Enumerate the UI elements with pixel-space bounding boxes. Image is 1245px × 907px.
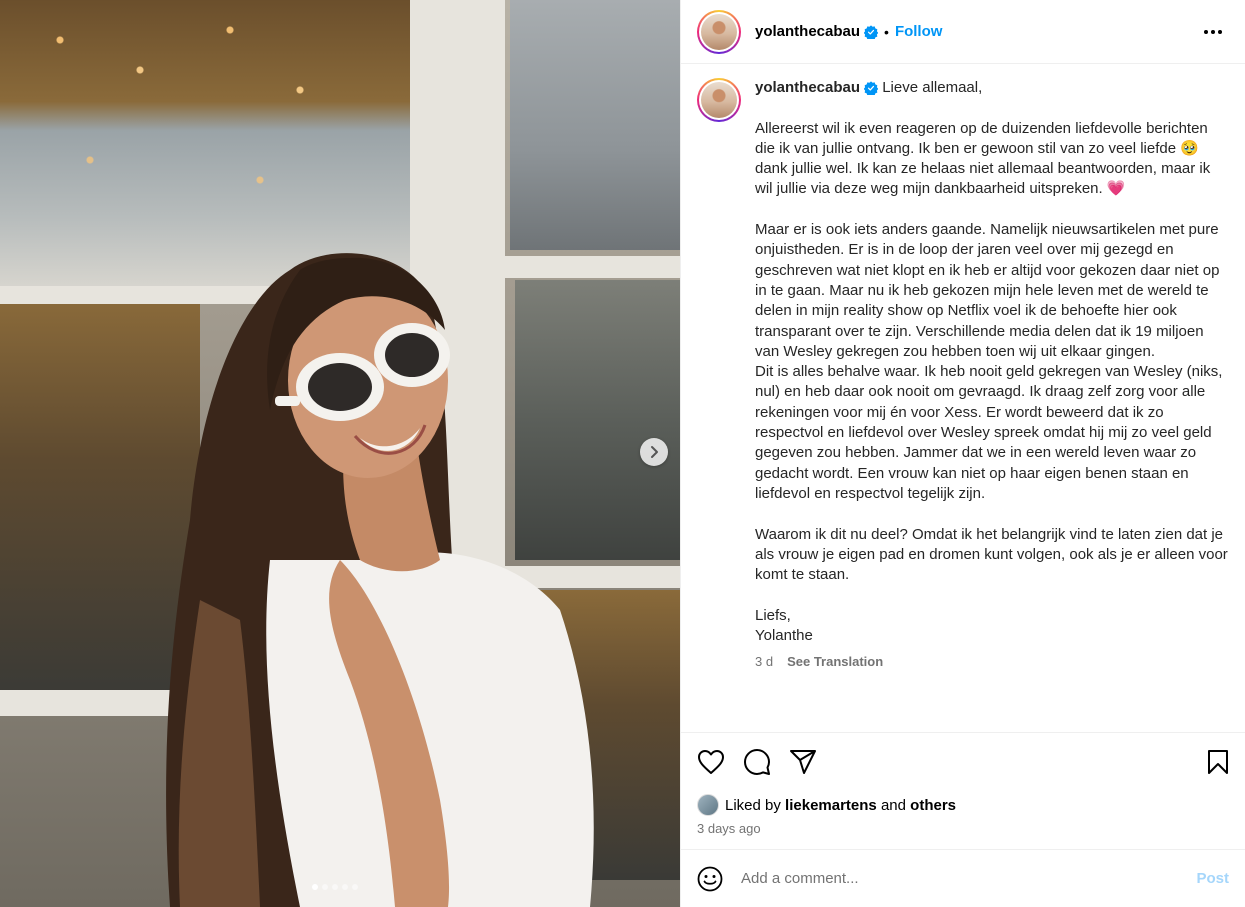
see-translation-button[interactable]: See Translation: [787, 652, 883, 672]
comment-icon: [744, 749, 770, 775]
caption-text-block: yolanthecabau Lieve allemaal, Allereerst…: [755, 78, 1229, 646]
next-slide-button[interactable]: [640, 438, 668, 466]
slide-dot: [352, 884, 358, 890]
emoji-button[interactable]: [697, 866, 723, 892]
woman-figure: [166, 253, 594, 907]
more-options-button[interactable]: [1197, 23, 1229, 41]
post-header: yolanthecabau • Follow: [681, 0, 1245, 64]
caption-body: yolanthecabau Lieve allemaal, Allereerst…: [755, 78, 1229, 673]
verified-badge-icon: [864, 81, 879, 96]
likes-others-link[interactable]: others: [910, 797, 956, 814]
bookmark-icon: [1208, 750, 1228, 774]
caption-age[interactable]: 3 d: [755, 652, 773, 672]
avatar-inner: [699, 80, 739, 120]
avatar-image: [701, 13, 737, 50]
post-comment-button[interactable]: Post: [1196, 870, 1229, 887]
liker-username[interactable]: liekemartens: [785, 797, 877, 814]
caption-username[interactable]: yolanthecabau: [755, 79, 860, 96]
comments-section: yolanthecabau Lieve allemaal, Allereerst…: [681, 64, 1245, 733]
author-username[interactable]: yolanthecabau: [755, 23, 860, 40]
likes-prefix: Liked by: [725, 796, 781, 814]
avatar-image: [701, 82, 737, 118]
separator: •: [884, 23, 889, 40]
post-timestamp[interactable]: 3 days ago: [681, 819, 1245, 841]
post-details-panel: yolanthecabau • Follow yolanthecabau Lie…: [680, 0, 1245, 907]
comment-input[interactable]: [741, 870, 1197, 887]
slide-dot: [342, 884, 348, 890]
caption-author-avatar[interactable]: [697, 78, 741, 122]
share-icon: [790, 750, 816, 774]
caption-meta: 3 d See Translation: [755, 652, 1229, 672]
share-button[interactable]: [789, 749, 817, 775]
slide-dot: [332, 884, 338, 890]
avatar-inner: [699, 11, 739, 52]
post-photo[interactable]: [0, 0, 680, 907]
save-button[interactable]: [1207, 749, 1229, 775]
like-button[interactable]: [697, 749, 725, 775]
comment-form: Post: [681, 849, 1245, 907]
likes-summary: Liked by liekemartens and others: [681, 791, 1245, 819]
emoji-icon: [697, 866, 723, 891]
instagram-post-modal: yolanthecabau • Follow yolanthecabau Lie…: [0, 0, 1245, 907]
action-bar: [681, 733, 1245, 791]
follow-button[interactable]: Follow: [895, 23, 943, 40]
liker-avatar[interactable]: [697, 794, 719, 816]
slide-dot: [322, 884, 328, 890]
verified-badge-icon: [864, 24, 879, 39]
slide-indicator: [312, 884, 358, 890]
likes-and: and: [880, 796, 906, 814]
heart-icon: [698, 750, 724, 774]
chevron-right-icon: [651, 446, 658, 458]
author-avatar[interactable]: [697, 9, 741, 54]
caption: yolanthecabau Lieve allemaal, Allereerst…: [697, 78, 1229, 673]
more-options-icon: [1204, 29, 1222, 34]
slide-dot: [312, 884, 318, 890]
caption-text: Lieve allemaal, Allereerst wil ik even r…: [755, 79, 1228, 645]
comment-button[interactable]: [743, 748, 771, 776]
